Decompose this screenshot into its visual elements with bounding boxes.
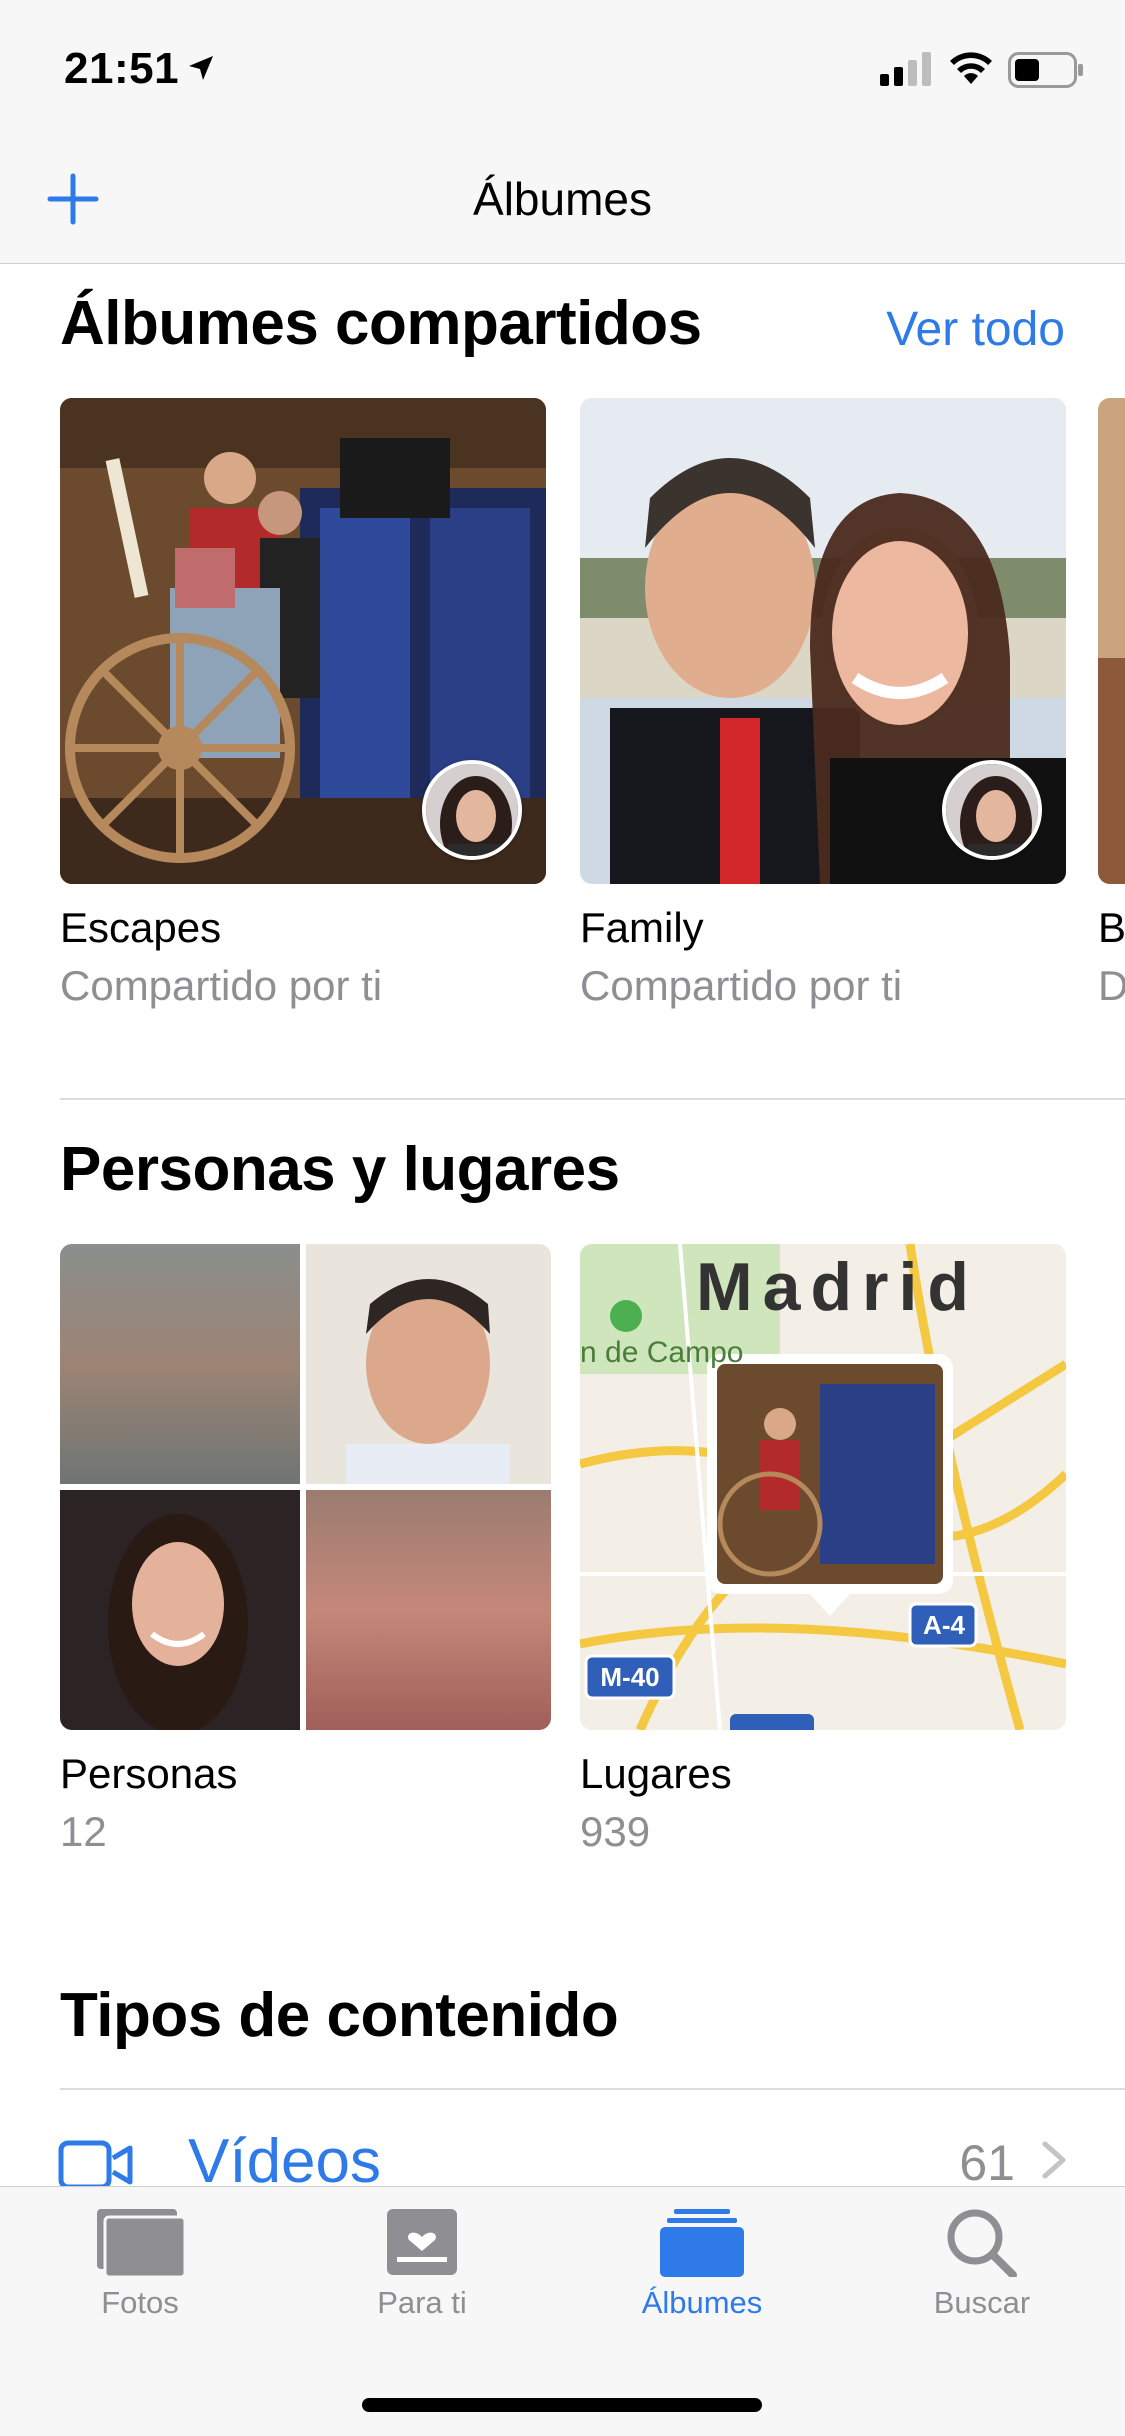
location-arrow-icon (189, 56, 213, 80)
road-a4-label: A-4 (923, 1610, 965, 1640)
for-you-icon (387, 2209, 457, 2275)
tab-label: Álbumes (641, 2285, 763, 2320)
album-family-thumbnail[interactable] (580, 398, 1066, 884)
chevron-right-icon (1042, 2141, 1066, 2179)
home-indicator[interactable] (362, 2398, 762, 2412)
avatar (422, 760, 522, 860)
tab-label: Buscar (933, 2285, 1031, 2320)
shared-albums-heading: Álbumes compartidos (60, 289, 702, 358)
people-count: 12 (60, 1808, 107, 1855)
places-label: Lugares (580, 1750, 732, 1797)
album-name: Family (580, 904, 704, 951)
section-divider (60, 1098, 1125, 1100)
wifi-icon (950, 52, 992, 84)
tab-label: Fotos (101, 2285, 179, 2320)
video-camera-icon (58, 2140, 133, 2190)
album-subtitle: D (1098, 962, 1125, 1009)
videos-count: 61 (959, 2135, 1015, 2191)
album-subtitle: Compartido por ti (580, 962, 903, 1009)
road-m40-label: M-40 (600, 1662, 660, 1692)
album-subtitle: Compartido por ti (60, 962, 383, 1009)
status-time: 21:51 (64, 44, 180, 93)
page-title: Álbumes (473, 173, 652, 225)
album-escapes-thumbnail[interactable] (60, 398, 546, 884)
navigation-bar: Álbumes (0, 132, 1125, 264)
tab-photos[interactable]: Fotos (20, 2207, 260, 2321)
photos-icon (97, 2209, 185, 2277)
people-grid (60, 1244, 551, 1730)
battery-icon (1008, 52, 1083, 88)
tab-search[interactable]: Buscar (862, 2207, 1102, 2321)
avatar (942, 760, 1042, 860)
cellular-signal-icon (880, 52, 931, 86)
places-count: 939 (580, 1808, 651, 1855)
status-bar: 21:51 (0, 0, 1125, 132)
tab-label: Para ti (377, 2285, 467, 2320)
people-label: Personas (60, 1750, 238, 1797)
people-places-heading: Personas y lugares (60, 1135, 620, 1204)
see-all-link[interactable]: Ver todo (886, 302, 1065, 357)
album-name: Escapes (60, 904, 222, 951)
third-album-photo (1098, 398, 1125, 884)
list-item-videos[interactable] (0, 2090, 1125, 2190)
albums-icon (660, 2209, 744, 2277)
tab-for-you[interactable]: Para ti (302, 2207, 542, 2321)
media-types-heading: Tipos de contenido (60, 1981, 619, 2050)
album-name: B (1098, 904, 1125, 951)
people-album-thumbnail[interactable] (60, 1244, 551, 1730)
map-city-label: Madrid (696, 1249, 979, 1325)
map-park-label: n de Campo (580, 1336, 744, 1369)
tab-albums[interactable]: Álbumes (582, 2207, 822, 2321)
search-icon (947, 2209, 1017, 2277)
places-album-thumbnail[interactable]: Madrid n de Campo A-4 M-40 (580, 1244, 1066, 1730)
album-third-thumbnail[interactable] (1098, 398, 1125, 884)
